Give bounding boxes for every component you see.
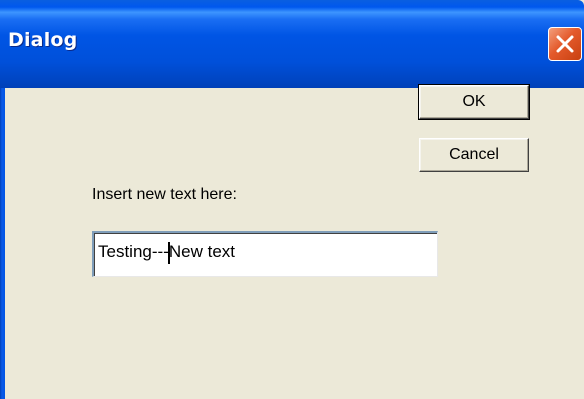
text-prompt-label: Insert new text here:	[92, 186, 237, 203]
text-after-caret: New text	[168, 242, 235, 261]
cancel-button[interactable]: Cancel	[419, 138, 529, 172]
close-icon	[556, 35, 574, 53]
close-button[interactable]	[548, 27, 582, 61]
ok-button[interactable]: OK	[418, 84, 530, 120]
window-title: Dialog	[8, 29, 78, 51]
text-before-caret: Testing---	[98, 242, 169, 261]
title-bar[interactable]: Dialog	[0, 0, 584, 88]
new-text-input[interactable]: Testing---New text	[92, 231, 438, 277]
dialog-window: Dialog OK Cancel Insert new text here: T…	[0, 0, 584, 399]
